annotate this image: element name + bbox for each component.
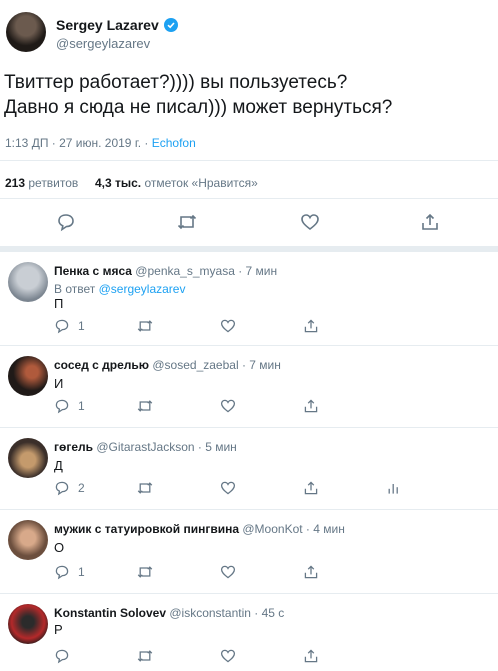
avatar[interactable]	[8, 262, 48, 302]
share-icon[interactable]	[303, 564, 319, 580]
reply-author-handle[interactable]: @MoonKot · 4 мин	[242, 522, 344, 536]
tweet-meta: 1:13 ДП · 27 июн. 2019 г. · Echofon	[5, 136, 196, 150]
reply-count: 2	[78, 481, 85, 495]
reply-actions: 1	[0, 564, 498, 582]
reply-author-name[interactable]: Konstantin Solovev	[54, 606, 166, 620]
retweets-count: 213	[5, 176, 26, 190]
reply-text: И	[54, 376, 64, 391]
retweet-icon[interactable]	[136, 318, 154, 334]
retweets-stat[interactable]: 213 ретвитов	[5, 176, 78, 190]
reply-author-handle[interactable]: @GitarastJackson · 5 мин	[96, 440, 236, 454]
replying-to: В ответ @sergeylazarev	[54, 282, 185, 296]
share-icon[interactable]	[420, 212, 440, 232]
heart-icon[interactable]	[220, 564, 236, 580]
heart-icon[interactable]	[220, 648, 236, 664]
reply-actions: 2	[0, 480, 498, 498]
reply-icon[interactable]: 1	[54, 564, 85, 580]
reply-author-handle[interactable]: @sosed_zaebal · 7 мин	[152, 358, 281, 372]
avatar[interactable]	[8, 520, 48, 560]
share-icon[interactable]	[303, 318, 319, 334]
heart-icon[interactable]	[220, 398, 236, 414]
reply-icon[interactable]: 2	[54, 480, 85, 496]
author-name-row[interactable]: Sergey Lazarev	[56, 17, 178, 33]
tweet-source[interactable]: Echofon	[152, 136, 196, 150]
heart-icon[interactable]	[300, 212, 320, 232]
replying-to-prefix: В ответ	[54, 282, 99, 296]
analytics-icon[interactable]	[386, 480, 402, 496]
reply-author-handle[interactable]: @penka_s_myasa · 7 мин	[135, 264, 277, 278]
reply-tweet[interactable]: Пенка с мяса @penka_s_myasa · 7 мин В от…	[0, 252, 498, 346]
retweet-icon[interactable]	[136, 648, 154, 664]
reply-author-name[interactable]: гөгель	[54, 440, 93, 454]
reply-author-name[interactable]: мужик с татуировкой пингвина	[54, 522, 239, 536]
author-avatar[interactable]	[6, 12, 46, 52]
tweet-stats: 213 ретвитов 4,3 тыс. отметок «Нравится»	[5, 176, 258, 190]
retweet-icon[interactable]	[136, 398, 154, 414]
tweet-text: Твиттер работает?)))) вы пользуетесь? Да…	[4, 72, 393, 118]
share-icon[interactable]	[303, 398, 319, 414]
reply-author[interactable]: сосед с дрелью @sosed_zaebal · 7 мин	[54, 358, 281, 372]
reply-icon[interactable]: 1	[54, 318, 85, 334]
reply-tweet[interactable]: Konstantin Solovev @iskconstantin · 45 с…	[0, 594, 498, 671]
replying-to-handle[interactable]: @sergeylazarev	[99, 282, 186, 296]
reply-text: Д	[54, 458, 63, 473]
reply-text: Р	[54, 622, 63, 637]
reply-actions: 1	[0, 318, 498, 336]
author-name[interactable]: Sergey Lazarev	[56, 17, 159, 33]
reply-count: 1	[78, 319, 85, 333]
reply-icon[interactable]: 1	[54, 398, 85, 414]
divider	[0, 160, 498, 161]
retweet-icon[interactable]	[176, 212, 198, 232]
likes-count: 4,3 тыс.	[94, 176, 142, 190]
reply-icon[interactable]	[54, 648, 78, 664]
reply-text: П	[54, 296, 64, 311]
avatar[interactable]	[8, 356, 48, 396]
retweet-icon[interactable]	[136, 480, 154, 496]
verified-badge-icon	[163, 18, 178, 32]
reply-author-name[interactable]: сосед с дрелью	[54, 358, 149, 372]
reply-tweet[interactable]: гөгель @GitarastJackson · 5 мин Д 2	[0, 428, 498, 510]
retweet-icon[interactable]	[136, 564, 154, 580]
reply-author[interactable]: гөгель @GitarastJackson · 5 мин	[54, 440, 237, 454]
tweet-actions	[0, 210, 498, 234]
reply-actions: 1	[0, 398, 498, 416]
reply-actions	[0, 648, 498, 666]
divider	[0, 198, 498, 199]
share-icon[interactable]	[303, 648, 319, 664]
reply-count: 1	[78, 399, 85, 413]
reply-tweet[interactable]: сосед с дрелью @sosed_zaebal · 7 мин И 1	[0, 346, 498, 428]
reply-author-handle[interactable]: @iskconstantin · 45 с	[169, 606, 284, 620]
heart-icon[interactable]	[220, 480, 236, 496]
tweet-header: Sergey Lazarev @sergeylazarev	[0, 0, 498, 60]
retweets-label: ретвитов	[25, 176, 79, 190]
avatar[interactable]	[8, 604, 48, 644]
likes-stat[interactable]: 4,3 тыс. отметок «Нравится»	[95, 176, 258, 190]
avatar[interactable]	[8, 438, 48, 478]
author-handle[interactable]: @sergeylazarev	[56, 36, 150, 51]
reply-tweet[interactable]: мужик с татуировкой пингвина @MoonKot · …	[0, 510, 498, 594]
reply-icon[interactable]	[56, 212, 76, 232]
reply-text: О	[54, 540, 65, 555]
reply-author[interactable]: Пенка с мяса @penka_s_myasa · 7 мин	[54, 264, 277, 278]
heart-icon[interactable]	[220, 318, 236, 334]
share-icon[interactable]	[303, 480, 319, 496]
tweet-time[interactable]: 1:13 ДП · 27 июн. 2019 г. ·	[5, 136, 152, 150]
reply-author-name[interactable]: Пенка с мяса	[54, 264, 132, 278]
reply-author[interactable]: Konstantin Solovev @iskconstantin · 45 с	[54, 606, 284, 620]
reply-author[interactable]: мужик с татуировкой пингвина @MoonKot · …	[54, 522, 345, 536]
reply-count: 1	[78, 565, 85, 579]
likes-label: отметок «Нравится»	[141, 176, 258, 190]
